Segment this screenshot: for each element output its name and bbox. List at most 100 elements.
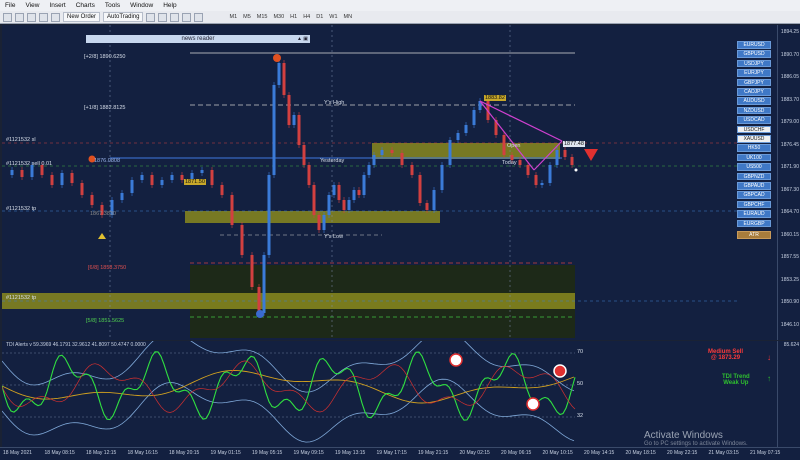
candle-body bbox=[418, 175, 422, 203]
candle-body bbox=[352, 190, 356, 200]
price-tick: 1853.25 bbox=[780, 276, 799, 283]
crosshair-icon[interactable] bbox=[146, 12, 156, 22]
atr-button[interactable]: ATR bbox=[737, 231, 771, 239]
symbol-button-uk100[interactable]: UK100 bbox=[737, 153, 771, 162]
time-tick: 19 May 09:15 bbox=[293, 450, 324, 456]
symbol-button-gbpcad[interactable]: GBPCAD bbox=[737, 191, 771, 199]
candle-body bbox=[472, 110, 476, 125]
y-low-label: Y's Low bbox=[324, 234, 344, 240]
symbol-button-gbpchf[interactable]: GBPCHF bbox=[737, 200, 771, 209]
y-high-label: Y's High bbox=[324, 100, 345, 106]
timeframe-m1[interactable]: M1 bbox=[226, 14, 240, 20]
candle-body bbox=[130, 180, 134, 193]
symbol-button-eurgbp[interactable]: EURGBP bbox=[737, 219, 771, 228]
symbol-button-gbpusd[interactable]: GBPUSD bbox=[737, 50, 771, 58]
symbol-button-gbpjpy[interactable]: GBPJPY bbox=[737, 78, 771, 87]
price-chart[interactable]: news reader ▲ ▣ [+2/8] 1890.6250 [+1/8] … bbox=[2, 25, 777, 340]
timeframe-mn[interactable]: MN bbox=[341, 14, 356, 20]
price-tick: 1890.70 bbox=[780, 51, 799, 58]
symbol-button-nzdusd[interactable]: NZDUSD bbox=[737, 106, 771, 115]
symbol-button-gbpaud[interactable]: GBPAUD bbox=[737, 182, 771, 190]
candle-body bbox=[240, 225, 244, 255]
new-order-button[interactable]: New Order bbox=[63, 12, 101, 22]
timeframe-m15[interactable]: M15 bbox=[254, 14, 271, 20]
time-axis: 18 May 2021 18 May 08:15 18 May 12:15 18 Ma… bbox=[0, 447, 800, 460]
news-reader-controls-icon[interactable]: ▲ ▣ bbox=[297, 35, 308, 43]
indicator-tick-70: 70 bbox=[577, 349, 584, 355]
symbol-button-cadjpy[interactable]: CADJPY bbox=[737, 88, 771, 96]
candle-body bbox=[380, 150, 384, 155]
price-tick: 1886.05 bbox=[780, 74, 799, 80]
menu-tools[interactable]: Tools bbox=[100, 2, 125, 9]
symbol-button-usdcad[interactable]: USDCAD bbox=[737, 116, 771, 124]
symbol-button-gbpnzd[interactable]: GBPNZD bbox=[737, 172, 771, 181]
text-tool-icon[interactable] bbox=[170, 12, 180, 22]
order-sell-tag: #1121532 sell 0.01 bbox=[6, 161, 53, 167]
zoom-in-icon[interactable] bbox=[182, 12, 192, 22]
indicator-tick-50: 50 bbox=[577, 381, 584, 387]
candle-body bbox=[332, 185, 336, 195]
candle-body bbox=[518, 160, 522, 165]
candle-body bbox=[70, 173, 74, 183]
candle-body bbox=[390, 150, 394, 153]
candle-body bbox=[372, 155, 376, 165]
menu-insert[interactable]: Insert bbox=[44, 2, 70, 9]
symbol-button-hk50[interactable]: HK50 bbox=[737, 144, 771, 152]
candle-body bbox=[50, 175, 54, 185]
market-base-line bbox=[2, 370, 575, 404]
price-tick: 1876.45 bbox=[780, 141, 799, 148]
menu-file[interactable]: File bbox=[0, 2, 20, 9]
timeframe-w1[interactable]: W1 bbox=[326, 14, 340, 20]
oversold-dot bbox=[526, 397, 540, 411]
symbol-button-usdchf[interactable]: USDCHF bbox=[737, 125, 771, 134]
market-watch-icon[interactable] bbox=[27, 12, 36, 22]
symbol-button-euraud[interactable]: EURAUD bbox=[737, 210, 771, 218]
new-chart-icon[interactable] bbox=[3, 12, 12, 22]
profiles-icon[interactable] bbox=[15, 12, 24, 22]
level-plus-1-8: [+1/8] 1882.8125 bbox=[84, 105, 126, 111]
price-tick: 1894.25 bbox=[780, 29, 799, 35]
menu-help[interactable]: Help bbox=[158, 2, 181, 9]
price-tick: 1871.90 bbox=[780, 164, 799, 170]
order-tp2-tag: #1121532 tp bbox=[6, 295, 37, 301]
price-tick: 1857.55 bbox=[780, 254, 799, 260]
symbol-button-eurjpy[interactable]: EURJPY bbox=[737, 69, 771, 77]
candle-body bbox=[570, 157, 574, 165]
box-label-3: 1877.48 bbox=[563, 141, 585, 147]
menu-view[interactable]: View bbox=[20, 2, 44, 9]
candle-body bbox=[282, 63, 286, 95]
candle-body bbox=[302, 145, 306, 165]
timeframe-m30[interactable]: M30 bbox=[270, 14, 287, 20]
zoom-out-icon[interactable] bbox=[194, 12, 204, 22]
candle-body bbox=[327, 195, 331, 215]
high-marker-icon bbox=[273, 54, 281, 62]
candle-body bbox=[150, 175, 154, 185]
timeframe-m5[interactable]: M5 bbox=[240, 14, 254, 20]
up-arrow-icon: ↑ bbox=[767, 374, 771, 383]
symbol-button-usdjpy[interactable]: USDJPY bbox=[737, 59, 771, 68]
candle-body bbox=[257, 287, 261, 313]
terminal-icon[interactable] bbox=[51, 12, 60, 22]
timeframe-h4[interactable]: H4 bbox=[300, 14, 313, 20]
symbol-button-xauusd[interactable]: XAUUSD bbox=[737, 135, 771, 143]
timeframe-d1[interactable]: D1 bbox=[313, 14, 326, 20]
resistance-zone bbox=[372, 143, 560, 159]
time-tick: 20 May 02:15 bbox=[459, 450, 490, 456]
symbol-button-eurusd[interactable]: EURUSD bbox=[737, 41, 771, 49]
candle-body bbox=[563, 150, 567, 157]
value-label: 1876.0808 bbox=[94, 158, 120, 164]
symbol-button-audusd[interactable]: AUDUSD bbox=[737, 97, 771, 105]
candle-body bbox=[322, 215, 326, 230]
candle-body bbox=[140, 175, 144, 180]
line-tool-icon[interactable] bbox=[158, 12, 168, 22]
autotrading-button[interactable]: AutoTrading bbox=[103, 12, 144, 22]
candle-body bbox=[200, 170, 204, 173]
today-label: Today bbox=[502, 160, 517, 166]
news-reader-bar[interactable]: news reader ▲ ▣ bbox=[86, 35, 310, 43]
timeframe-h1[interactable]: H1 bbox=[287, 14, 300, 20]
navigator-icon[interactable] bbox=[39, 12, 48, 22]
symbol-button-us500[interactable]: US500 bbox=[737, 163, 771, 171]
menu-window[interactable]: Window bbox=[125, 2, 158, 9]
menu-charts[interactable]: Charts bbox=[71, 2, 100, 9]
price-tick: 1867.30 bbox=[780, 186, 799, 193]
